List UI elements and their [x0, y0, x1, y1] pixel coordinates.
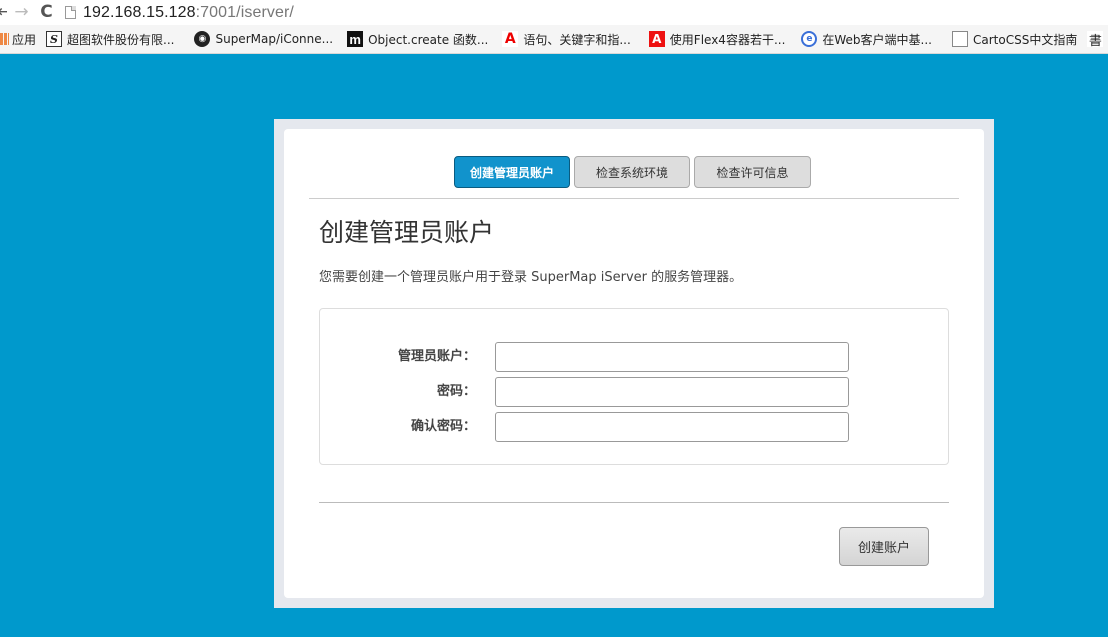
bookmark-flex4[interactable]: A 使用Flex4容器若干...: [648, 25, 786, 53]
tabs-divider: [309, 198, 959, 199]
web-globe-icon: e: [801, 31, 818, 47]
bookmark-label: 超图软件股份有限...: [67, 32, 175, 47]
bookmark-label: Object.create 函数...: [368, 32, 489, 47]
bookmark-statements[interactable]: A 语句、关键字和指...: [502, 25, 631, 53]
tab-create-admin[interactable]: 创建管理员账户: [454, 156, 570, 188]
forward-arrow-icon[interactable]: →: [11, 0, 32, 25]
bookmark-overflow[interactable]: 書: [1087, 25, 1108, 53]
setup-panel: 创建管理员账户 检查系统环境 检查许可信息 创建管理员账户 您需要创建一个管理员…: [284, 129, 984, 598]
confirm-password-label: 确认密码：: [410, 419, 476, 434]
username-label: 管理员账户：: [397, 349, 476, 364]
url-host: 192.168.15.128: [83, 3, 196, 21]
form-divider: [319, 502, 949, 503]
adobe-red-icon: A: [648, 31, 665, 47]
bookmark-object-create[interactable]: m Object.create 函数...: [347, 25, 489, 53]
create-account-button[interactable]: 创建账户: [839, 527, 929, 566]
url-path: :7001/iserver/: [195, 3, 294, 21]
bookmark-label: 应用: [12, 32, 37, 47]
bookmark-label: 使用Flex4容器若干...: [669, 32, 786, 47]
bookmark-github[interactable]: ◉ SuperMap/iConne...: [194, 25, 334, 53]
back-arrow-icon[interactable]: ←: [0, 0, 7, 25]
wizard-tabs: 创建管理员账户 检查系统环境 检查许可信息: [454, 156, 815, 188]
bookmark-label: CartoCSS中文指南: [973, 32, 1078, 47]
setup-panel-frame: 创建管理员账户 检查系统环境 检查许可信息 创建管理员账户 您需要创建一个管理员…: [274, 119, 994, 608]
password-input[interactable]: [495, 377, 849, 407]
bookmark-label: SuperMap/iConne...: [215, 32, 334, 46]
apps-grid-icon: [0, 33, 9, 45]
bookmark-web-client[interactable]: e 在Web客户端中基...: [801, 25, 932, 53]
form-row-password: 密码：: [320, 375, 950, 407]
m-logo-icon: m: [347, 31, 364, 47]
reload-icon[interactable]: C: [36, 0, 57, 25]
password-label: 密码：: [436, 384, 476, 399]
page-title: 创建管理员账户: [319, 218, 495, 247]
url-text[interactable]: 192.168.15.128:7001/iserver/: [83, 4, 294, 22]
bookmark-supermap[interactable]: S 超图软件股份有限...: [46, 25, 175, 53]
username-input[interactable]: [495, 342, 849, 372]
admin-form: 管理员账户： 密码： 确认密码：: [319, 308, 949, 465]
bookmark-cartocss[interactable]: CartoCSS中文指南: [952, 25, 1078, 53]
form-row-username: 管理员账户：: [320, 340, 950, 372]
tab-check-license[interactable]: 检查许可信息: [694, 156, 811, 188]
bookmarks-bar: 应用 S 超图软件股份有限... ◉ SuperMap/iConne... m …: [0, 25, 1108, 54]
supermap-s-icon: S: [46, 31, 63, 47]
page-description: 您需要创建一个管理员账户用于登录 SuperMap iServer 的服务管理器…: [319, 270, 743, 285]
calligraphy-icon: 書: [1087, 31, 1104, 49]
github-icon: ◉: [194, 31, 211, 47]
document-icon: [952, 31, 968, 47]
page-icon: [65, 6, 76, 19]
bookmark-label: 语句、关键字和指...: [523, 32, 631, 47]
bookmark-apps[interactable]: 应用: [0, 25, 37, 53]
adobe-icon: A: [502, 31, 519, 47]
bookmark-label: 在Web客户端中基...: [822, 32, 932, 47]
browser-toolbar: ← → C 192.168.15.128:7001/iserver/: [0, 0, 1108, 25]
form-row-confirm-password: 确认密码：: [320, 410, 950, 442]
confirm-password-input[interactable]: [495, 412, 849, 442]
address-bar[interactable]: 192.168.15.128:7001/iserver/: [65, 0, 294, 25]
tab-check-environment[interactable]: 检查系统环境: [574, 156, 690, 188]
